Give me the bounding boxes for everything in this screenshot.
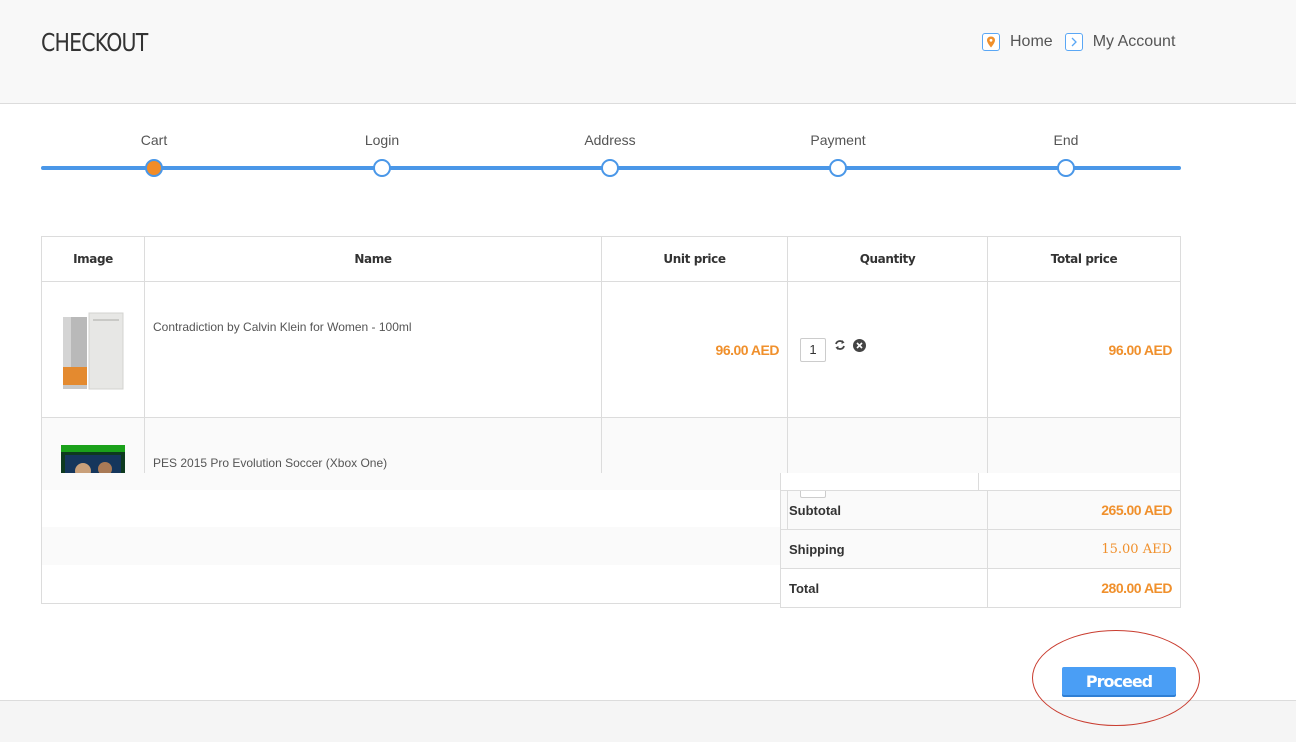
col-header-quantity: Quantity (787, 236, 988, 282)
step-dot (829, 159, 847, 177)
unit-price: 96.00 AED (601, 281, 788, 418)
product-image-cell (41, 281, 145, 418)
quantity-cell (787, 281, 988, 418)
quantity-input[interactable] (800, 337, 826, 362)
subtotal-row: Subtotal 265.00 AED (780, 490, 1181, 530)
breadcrumb: Home My Account (982, 31, 1175, 53)
col-header-unit-price: Unit price (601, 236, 788, 282)
step-cart[interactable]: Cart (94, 130, 214, 177)
subtotal-value: 265.00 AED (987, 490, 1181, 530)
total-row: Total 280.00 AED (780, 568, 1181, 608)
gap-divider (978, 473, 979, 490)
spacer-stripe (42, 473, 780, 490)
product-image-perfume[interactable] (57, 308, 129, 391)
table-row: Contradiction by Calvin Klein for Women … (41, 281, 1181, 418)
header-bar: CHECKOUT Home My Account (0, 0, 1296, 104)
spacer-stripe (42, 527, 780, 565)
totals-gap (780, 473, 1181, 490)
step-address[interactable]: Address (550, 130, 670, 177)
col-header-image: Image (41, 236, 145, 282)
step-end[interactable]: End (1006, 130, 1126, 177)
totals-spacer (41, 473, 780, 604)
step-dot (1057, 159, 1075, 177)
step-payment[interactable]: Payment (778, 130, 898, 177)
col-header-total-price: Total price (987, 236, 1181, 282)
total-label: Total (780, 568, 988, 608)
step-label: End (1053, 132, 1079, 148)
step-dot (373, 159, 391, 177)
breadcrumb-home-link[interactable]: Home (1010, 33, 1053, 51)
breadcrumb-my-account-link[interactable]: My Account (1093, 33, 1176, 51)
product-name[interactable]: Contradiction by Calvin Klein for Women … (144, 281, 602, 418)
location-pin-icon (982, 33, 1000, 51)
shipping-row: Shipping 15.00 AED (780, 529, 1181, 569)
subtotal-label: Subtotal (780, 490, 988, 530)
step-label: Payment (810, 132, 866, 148)
refresh-icon[interactable] (834, 339, 846, 354)
remove-icon[interactable] (852, 338, 866, 355)
proceed-button[interactable]: Proceed (1062, 667, 1176, 695)
step-label: Login (364, 132, 400, 148)
total-price: 96.00 AED (987, 281, 1181, 418)
shipping-label: Shipping (780, 529, 988, 569)
step-label: Address (584, 132, 636, 148)
step-dot-active (145, 159, 163, 177)
page-title: CHECKOUT (41, 28, 148, 57)
step-dot (601, 159, 619, 177)
totals-table: Subtotal 265.00 AED Shipping 15.00 AED T… (780, 490, 1181, 608)
total-value: 280.00 AED (987, 568, 1181, 608)
chevron-right-icon (1064, 33, 1083, 51)
checkout-progress: Cart Login Address Payment End (41, 130, 1181, 180)
step-login[interactable]: Login (322, 130, 442, 177)
step-label: Cart (140, 132, 168, 148)
col-header-name: Name (144, 236, 602, 282)
cart-header-row: Image Name Unit price Quantity Total pri… (41, 236, 1181, 282)
shipping-value: 15.00 AED (987, 529, 1181, 569)
footer-bar (0, 700, 1296, 742)
